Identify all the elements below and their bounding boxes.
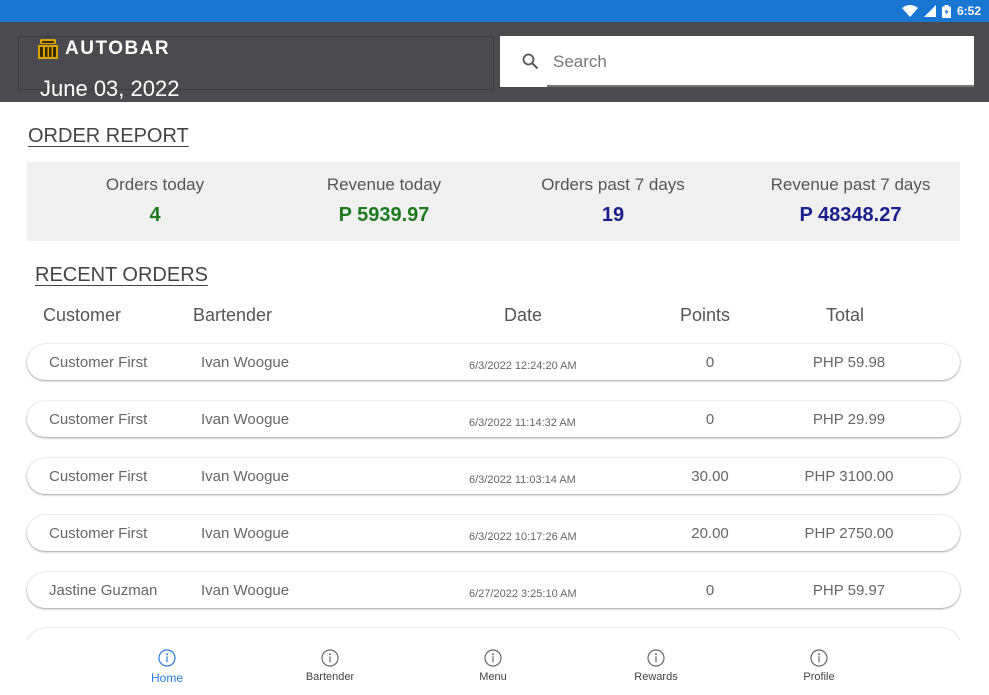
cell-bartender: Ivan Woogue [201, 411, 290, 428]
cell-customer: Customer First [49, 468, 148, 485]
cell-date: 6/27/2022 3:25:10 AM [469, 588, 577, 600]
stat-value: P 48348.27 [799, 204, 902, 226]
nav-rewards[interactable]: Rewards [611, 649, 701, 683]
points-value: 20.00 [691, 525, 729, 542]
column-header-total: Total [826, 305, 865, 325]
points-value: 30.00 [691, 468, 729, 485]
stat-orders-past-7-days: Orders past 7 days 19 [485, 162, 741, 241]
cell-bartender: Ivan Woogue [201, 468, 290, 485]
search-underline [547, 85, 974, 87]
cell-customer: Customer First [49, 525, 148, 542]
table-row[interactable]: Customer First Ivan Woogue 6/3/2022 12:2… [27, 344, 960, 380]
column-header-customer: Customer [43, 305, 122, 325]
cell-bartender: Ivan Woogue [201, 525, 290, 542]
stat-label: Orders today [105, 175, 205, 194]
app-name: AUTOBAR [65, 38, 171, 59]
current-date: June 03, 2022 [40, 76, 180, 101]
total-value: PHP 2750.00 [804, 525, 894, 542]
total-value: PHP 29.99 [812, 411, 886, 428]
nav-label: Bartender [305, 671, 355, 683]
cell-customer: Customer First [49, 354, 148, 371]
table-row[interactable]: Customer First Ivan Woogue 6/3/2022 11:0… [27, 458, 960, 494]
search-input[interactable]: Search [553, 52, 607, 72]
points-value: 0 [705, 582, 715, 599]
nav-label: Rewards [634, 671, 678, 683]
stat-orders-today: Orders today 4 [27, 162, 283, 241]
wifi-icon [901, 5, 918, 17]
search-bar[interactable]: Search [500, 36, 974, 87]
status-time: 6:52 [956, 4, 981, 18]
info-circle-icon [321, 649, 339, 667]
points-value: 0 [705, 411, 715, 428]
cell-date: 6/3/2022 11:03:14 AM [469, 474, 576, 486]
stat-value: 4 [149, 204, 161, 226]
cell-date: 6/3/2022 10:17:26 AM [469, 531, 577, 543]
total-value: PHP 59.98 [812, 354, 886, 371]
order-report-title: ORDER REPORT [28, 125, 189, 147]
column-header-date: Date [504, 305, 543, 325]
nav-label: Menu [479, 671, 507, 683]
search-icon [522, 53, 539, 70]
table-row[interactable]: Customer First Ivan Woogue 6/3/2022 11:1… [27, 401, 960, 437]
total-value: PHP 59.97 [812, 582, 886, 599]
cell-customer: Jastine Guzman [49, 582, 158, 599]
info-circle-icon [647, 649, 665, 667]
autobar-logo-icon [38, 39, 58, 59]
nav-menu[interactable]: Menu [448, 649, 538, 683]
nav-profile[interactable]: Profile [774, 649, 864, 683]
stat-revenue-today: Revenue today P 5939.97 [283, 162, 485, 241]
cell-date: 6/3/2022 12:24:20 AM [469, 360, 577, 372]
stat-label: Revenue today [326, 175, 442, 194]
table-row[interactable]: Customer First Ivan Woogue 6/3/2022 10:1… [27, 515, 960, 551]
cell-date: 6/3/2022 11:14:32 AM [469, 417, 576, 429]
brand: AUTOBAR [37, 38, 170, 60]
battery-icon [941, 4, 951, 18]
status-bar: 6:52 [0, 0, 989, 22]
cell-customer: Customer First [49, 411, 148, 428]
nav-bartender[interactable]: Bartender [285, 649, 375, 683]
bottom-navigation: Home Bartender Menu Rewards Profile [0, 640, 989, 695]
cell-bartender: Ivan Woogue [201, 582, 290, 599]
stats-panel: Orders today 4 Revenue today P 5939.97 O… [27, 162, 960, 241]
info-circle-icon [810, 649, 828, 667]
nav-home[interactable]: Home [122, 649, 212, 685]
stat-value: P 5939.97 [338, 204, 430, 226]
nav-label: Profile [803, 671, 835, 683]
column-header-points: Points [680, 305, 731, 325]
recent-orders-title: RECENT ORDERS [35, 264, 208, 286]
cell-signal-icon [923, 5, 936, 17]
stat-label: Orders past 7 days [541, 175, 685, 194]
info-circle-icon [158, 649, 176, 667]
cell-bartender: Ivan Woogue [201, 354, 290, 371]
column-header-bartender: Bartender [193, 305, 273, 325]
stat-value: 19 [601, 204, 625, 226]
app-header: AUTOBAR June 03, 2022 Search [0, 22, 989, 102]
nav-label: Home [150, 671, 183, 685]
table-row[interactable]: Jastine Guzman Ivan Woogue 6/27/2022 3:2… [27, 572, 960, 608]
stat-revenue-past-7-days: Revenue past 7 days P 48348.27 [741, 162, 960, 241]
info-circle-icon [484, 649, 502, 667]
points-value: 0 [705, 354, 715, 371]
stat-label: Revenue past 7 days [770, 175, 931, 194]
total-value: PHP 3100.00 [804, 468, 894, 485]
table-header: Customer Bartender Date Points Total [0, 305, 989, 329]
